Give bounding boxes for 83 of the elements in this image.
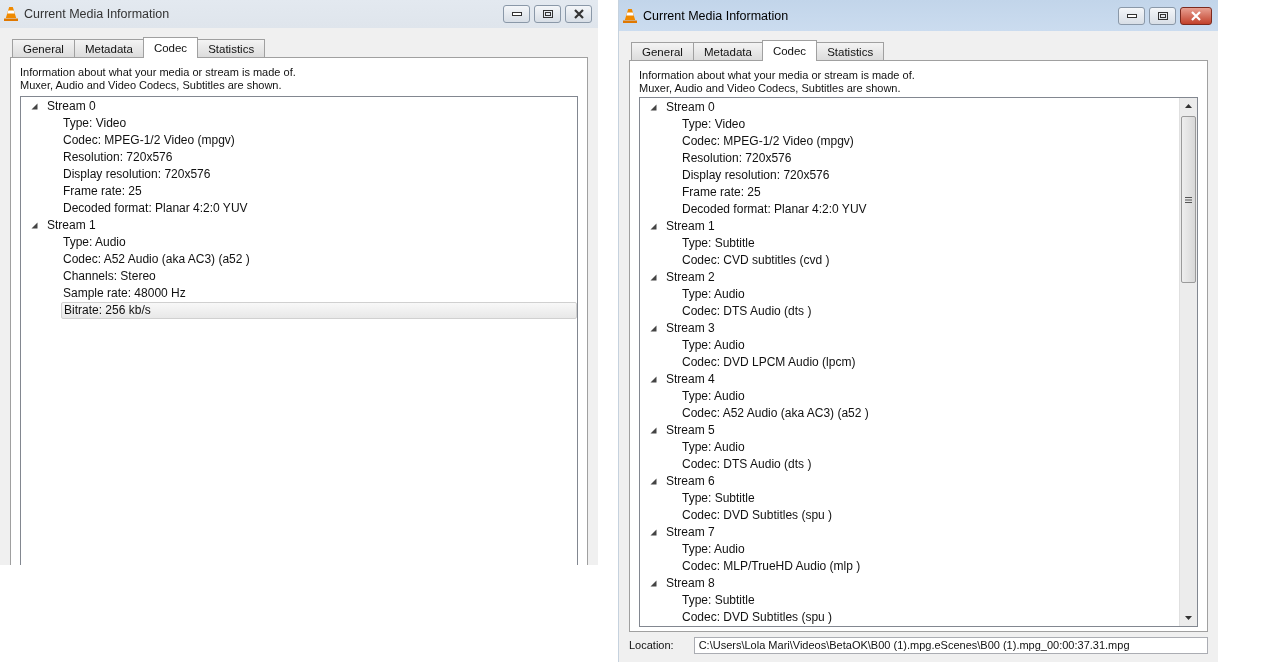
tree-item[interactable]: Type: Audio — [640, 439, 1179, 456]
tree-item[interactable]: Resolution: 720x576 — [640, 150, 1179, 167]
tree-item[interactable]: Codec: DTS Audio (dts ) — [640, 456, 1179, 473]
restore-icon — [542, 10, 553, 18]
tree-item[interactable]: Codec: DVD Subtitles (spu ) — [640, 507, 1179, 524]
tree-item[interactable]: Frame rate: 25 — [21, 183, 577, 200]
tree-item[interactable]: Type: Subtitle — [640, 490, 1179, 507]
tree-item[interactable]: Stream 0 — [666, 99, 715, 116]
tree-item[interactable]: Codec: MPEG-1/2 Video (mpgv) — [640, 133, 1179, 150]
scroll-up-icon[interactable] — [1185, 104, 1192, 108]
location-field[interactable]: C:\Users\Lola Mari\Videos\BetaOK\B00 (1).mpg.eScenes\B00 (1).mpg_00:00:37.31.mpg — [693, 636, 1208, 654]
expand-arrow-icon[interactable] — [650, 325, 657, 332]
tree-item[interactable]: Display resolution: 720x576 — [640, 167, 1179, 184]
tree-item[interactable]: Stream 0 — [47, 98, 96, 115]
tree-item[interactable]: Codec: A52 Audio (aka AC3) (a52 ) — [21, 251, 577, 268]
expand-arrow-icon[interactable] — [650, 580, 657, 587]
scroll-down-icon[interactable] — [1185, 616, 1192, 620]
tree-item[interactable]: Type: Subtitle — [640, 235, 1179, 252]
tree-item[interactable]: Codec: DTS Audio (dts ) — [640, 303, 1179, 320]
restore-icon — [1157, 11, 1168, 20]
expand-arrow-icon[interactable] — [650, 427, 657, 434]
traffic-cone-icon — [622, 7, 638, 24]
expand-arrow-icon[interactable] — [650, 274, 657, 281]
tree-item[interactable]: Codec: DVD LPCM Audio (lpcm) — [640, 354, 1179, 371]
description-text: Muxer, Audio and Video Codecs, Subtitles are shown. — [639, 82, 902, 95]
tree-item[interactable]: Stream 3 — [666, 320, 715, 337]
close-icon — [1190, 10, 1202, 21]
tree-item[interactable]: Type: Audio — [640, 286, 1179, 303]
expand-arrow-icon[interactable] — [650, 478, 657, 485]
tree-item[interactable]: Stream 4 — [666, 371, 715, 388]
tree-item[interactable]: Type: Video — [640, 116, 1179, 133]
tab[interactable]: Metadata — [692, 42, 763, 60]
expand-arrow-icon[interactable] — [31, 222, 38, 229]
tree-item[interactable]: Decoded format: Planar 4:2:0 YUV — [640, 201, 1179, 218]
close-icon — [572, 9, 585, 19]
expand-arrow-icon[interactable] — [650, 104, 657, 111]
tree-item[interactable]: Type: Subtitle — [640, 592, 1179, 609]
window-title: Current Media Information — [643, 8, 790, 23]
tree-item[interactable]: Channels: Stereo — [21, 268, 577, 285]
location-label: Location: — [629, 639, 674, 651]
tab[interactable]: Statistics — [816, 42, 885, 60]
tree-item[interactable]: Codec: A52 Audio (aka AC3) (a52 ) — [640, 405, 1179, 422]
tree-item[interactable]: Decoded format: Planar 4:2:0 YUV — [21, 200, 577, 217]
tree-item[interactable]: Stream 1 — [47, 217, 96, 234]
tree-item[interactable]: Resolution: 720x576 — [21, 149, 577, 166]
tree-item[interactable]: Codec: DVD Subtitles (spu ) — [640, 609, 1179, 626]
tree-item[interactable]: Codec: MLP/TrueHD Audio (mlp ) — [640, 558, 1179, 575]
tree-item[interactable]: Codec: MPEG-1/2 Video (mpgv) — [21, 132, 577, 149]
tree-item[interactable]: Type: Audio — [640, 388, 1179, 405]
expand-arrow-icon[interactable] — [31, 103, 38, 110]
tree-item[interactable]: Stream 7 — [666, 524, 715, 541]
window-title: Current Media Information — [24, 7, 171, 21]
tree-item[interactable]: Stream 8 — [666, 575, 715, 592]
tree-item[interactable]: Type: Audio — [640, 337, 1179, 354]
tree-item[interactable]: Type: Video — [21, 115, 577, 132]
scrollbar[interactable] — [1179, 98, 1197, 626]
traffic-cone-icon — [3, 6, 19, 22]
tab[interactable]: General — [631, 42, 694, 60]
expand-arrow-icon[interactable] — [650, 376, 657, 383]
scrollbar-thumb[interactable] — [1181, 116, 1196, 283]
close-button[interactable] — [1180, 6, 1212, 25]
tree-item[interactable]: Stream 2 — [666, 269, 715, 286]
description-text: Information about what your media or stream is made of. — [20, 66, 297, 79]
tree-item[interactable]: Codec: CVD subtitles (cvd ) — [640, 252, 1179, 269]
grip-icon — [1185, 196, 1192, 203]
tree-item[interactable]: Stream 6 — [666, 473, 715, 490]
tree-item[interactable]: Type: Audio — [640, 541, 1179, 558]
tab[interactable]: Codec — [761, 40, 818, 61]
selected-tree-item[interactable]: Bitrate: 256 kb/s — [61, 302, 577, 319]
tree-item[interactable]: Stream 1 — [666, 218, 715, 235]
tree-item[interactable]: Frame rate: 25 — [640, 184, 1179, 201]
description-text: Muxer, Audio and Video Codecs, Subtitles are shown. — [20, 79, 283, 92]
tree-item[interactable]: Type: Audio — [21, 234, 577, 251]
maximize-button[interactable] — [1149, 6, 1176, 25]
tree-item[interactable]: Stream 5 — [666, 422, 715, 439]
expand-arrow-icon[interactable] — [650, 529, 657, 536]
minimize-icon — [1126, 12, 1137, 19]
minimize-button[interactable] — [1118, 6, 1145, 25]
expand-arrow-icon[interactable] — [650, 223, 657, 230]
description-text: Information about what your media or stream is made of. — [639, 69, 916, 82]
tree-item[interactable]: Sample rate: 48000 Hz — [21, 285, 577, 302]
tree-item[interactable]: Display resolution: 720x576 — [21, 166, 577, 183]
minimize-icon — [511, 11, 522, 17]
